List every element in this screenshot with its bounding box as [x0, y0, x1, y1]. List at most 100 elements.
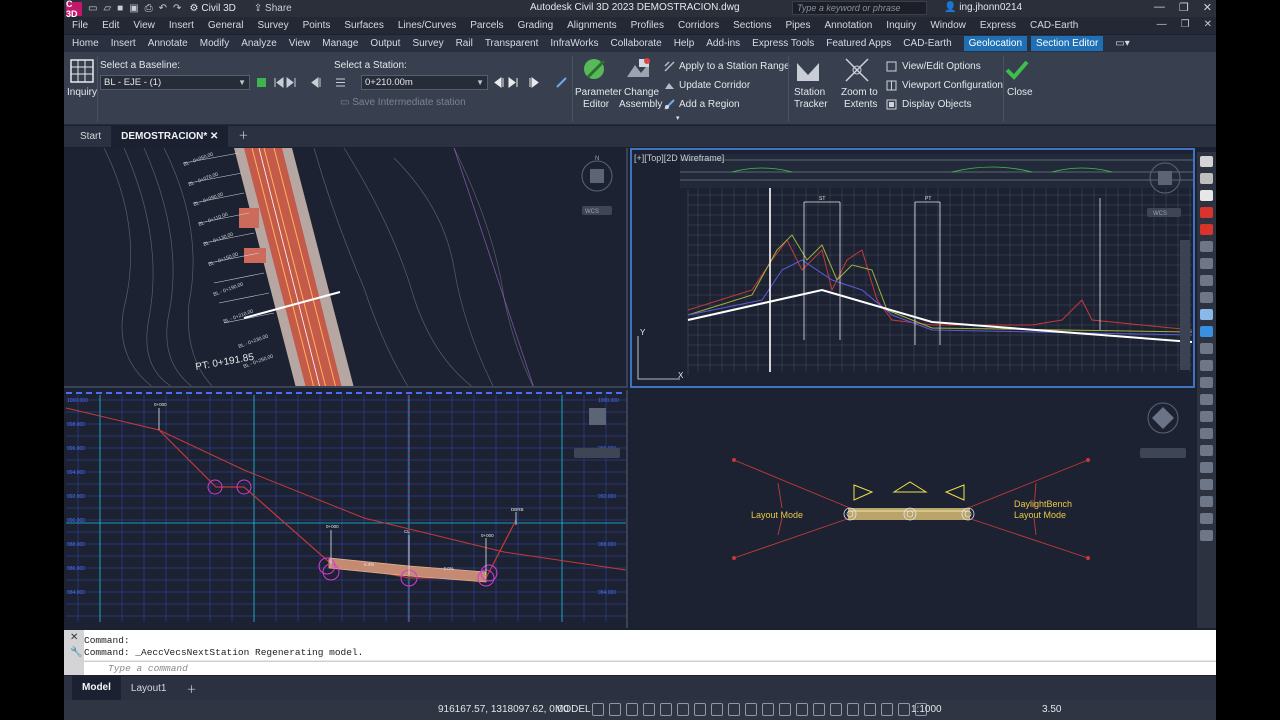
ribbon-tab[interactable]: Rail [456, 38, 473, 49]
profile-viewport[interactable]: ST PT Y X [+][Top][2D Wireframe] WCS [630, 148, 1195, 388]
close-section-editor-button[interactable]: Close [1007, 87, 1033, 98]
assembly-viewport[interactable]: Layout Mode DaylightBench Layout Mode [630, 390, 1195, 628]
start-tab[interactable]: Start [70, 126, 111, 147]
doc-minimize-icon[interactable]: — [1157, 19, 1167, 30]
tab-geolocation[interactable]: Geolocation [963, 36, 1028, 51]
palette-tool[interactable] [1200, 411, 1213, 422]
inquiry-icon[interactable] [69, 58, 95, 84]
menu-item[interactable]: Corridors [678, 20, 719, 31]
visibility-icon[interactable] [779, 703, 791, 716]
annotation-icon[interactable] [762, 703, 774, 716]
ribbon-tab[interactable]: Home [72, 38, 99, 49]
menu-item[interactable]: Window [930, 20, 966, 31]
ribbon-tab[interactable]: Annotate [148, 38, 188, 49]
menu-item[interactable]: Surfaces [344, 20, 383, 31]
menu-item[interactable]: Express [980, 20, 1016, 31]
isolate-icon[interactable] [847, 703, 859, 716]
palette-tool[interactable] [1200, 496, 1213, 507]
new-icon[interactable]: ▭ [88, 3, 97, 14]
parameter-editor-icon[interactable] [582, 57, 608, 83]
palette-tool[interactable] [1200, 360, 1213, 371]
menu-item[interactable]: Grading [518, 20, 554, 31]
ribbon-tab[interactable]: Express Tools [752, 38, 814, 49]
ribbon-tab[interactable]: Output [370, 38, 400, 49]
otrack-icon[interactable] [677, 703, 689, 716]
palette-tool[interactable] [1200, 343, 1213, 354]
zoom-extents-label[interactable]: Zoom to [841, 87, 878, 98]
view-options-icon[interactable] [886, 61, 897, 72]
palette-tool[interactable] [1200, 241, 1213, 252]
ribbon-tab[interactable]: CAD-Earth [903, 38, 951, 49]
command-input[interactable]: Type a command [84, 661, 1216, 675]
menu-item[interactable]: Inquiry [886, 20, 916, 31]
menu-item[interactable]: Points [303, 20, 331, 31]
menu-item[interactable]: File [72, 20, 88, 31]
palette-tool[interactable] [1200, 190, 1213, 201]
palette-tool[interactable] [1200, 428, 1213, 439]
transparency-icon[interactable] [711, 703, 723, 716]
station-list-icon[interactable] [335, 77, 346, 88]
print-icon[interactable]: ⎙ [145, 3, 153, 14]
section-editor-viewport[interactable]: 1000.000 998.000 996.000 994.000 992.000 990… [64, 390, 628, 628]
undo-icon[interactable]: ↶ [159, 3, 167, 14]
palette-tool[interactable] [1200, 258, 1213, 269]
update-corridor-icon[interactable] [664, 80, 675, 91]
snap-icon[interactable] [609, 703, 621, 716]
save-intermediate-button[interactable]: ▭ Save Intermediate station [340, 97, 466, 108]
ortho-icon[interactable] [626, 703, 638, 716]
station-tracker-label-2[interactable]: Tracker [794, 99, 828, 110]
command-close-icon[interactable]: ✕ [64, 630, 84, 645]
menu-item[interactable]: Pipes [785, 20, 810, 31]
palette-tool[interactable] [1200, 275, 1213, 286]
add-region-icon[interactable] [664, 99, 675, 110]
annotation-scale[interactable]: 1:1000 [911, 704, 942, 715]
workspace-icon[interactable] [830, 703, 842, 716]
doc-restore-icon[interactable]: ❐ [1181, 19, 1190, 30]
menu-item[interactable]: Alignments [567, 20, 616, 31]
model-tab[interactable]: Model [72, 676, 121, 700]
open-icon[interactable]: ▱ [103, 3, 111, 14]
restore-icon[interactable]: ❐ [1179, 1, 1189, 14]
doc-close-icon[interactable]: ✕ [1204, 19, 1212, 30]
ribbon-tab[interactable]: Transparent [485, 38, 539, 49]
ribbon-tab[interactable]: Survey [412, 38, 443, 49]
save-icon[interactable]: ■ [117, 3, 123, 14]
menu-item[interactable]: Survey [257, 20, 288, 31]
station-tracker-label[interactable]: Station [794, 87, 825, 98]
viewcube[interactable] [1147, 402, 1179, 434]
menu-item[interactable]: CAD-Earth [1030, 20, 1078, 31]
palette-tool[interactable] [1200, 224, 1213, 235]
palette-tool[interactable] [1200, 394, 1213, 405]
palette-tool[interactable] [1200, 513, 1213, 524]
viewport-config-icon[interactable] [886, 80, 897, 91]
tab-close-icon[interactable]: ✕ [210, 131, 218, 142]
palette-tool[interactable] [1200, 309, 1213, 320]
zoom-extents-label-2[interactable]: Extents [844, 99, 877, 110]
lineweight-icon[interactable] [694, 703, 706, 716]
app-logo[interactable]: C 3D [66, 0, 82, 19]
ribbon-tab[interactable]: View [289, 38, 311, 49]
station-edit-icon[interactable] [556, 77, 567, 88]
menu-item[interactable]: General [208, 20, 244, 31]
palette-tool[interactable] [1200, 530, 1213, 541]
station-nav-icons[interactable] [494, 77, 544, 88]
drawing-tab[interactable]: DEMOSTRACION* ✕ [111, 126, 229, 147]
close-icon[interactable]: ✕ [1203, 1, 1212, 14]
change-assembly-label-2[interactable]: Assembly [619, 99, 662, 110]
units-icon[interactable] [864, 703, 876, 716]
tab-section-editor[interactable]: Section Editor [1031, 36, 1104, 51]
update-corridor-button[interactable]: Update Corridor [679, 80, 750, 91]
palette-tool[interactable] [1200, 377, 1213, 388]
add-layout-button[interactable]: ＋ [176, 681, 206, 696]
panel-expand-icon[interactable]: ▾ [676, 114, 680, 122]
menu-item[interactable]: Sections [733, 20, 771, 31]
menu-item[interactable]: View [133, 20, 155, 31]
plan-viewport[interactable]: BL - 0+050.00 BL - 0+070.00 BL - 0+090.0… [64, 148, 628, 388]
ribbon-options-icon[interactable]: ▭▾ [1115, 38, 1129, 49]
menu-item[interactable]: Annotation [824, 20, 872, 31]
parameter-editor-label[interactable]: Parameter [575, 87, 622, 98]
baseline-dropdown[interactable]: BL - EJE - (1) ▼ [100, 75, 250, 90]
viewport-configuration-button[interactable]: Viewport Configuration [902, 80, 1003, 91]
add-region-button[interactable]: Add a Region [679, 99, 740, 110]
menu-item[interactable]: Edit [102, 20, 119, 31]
